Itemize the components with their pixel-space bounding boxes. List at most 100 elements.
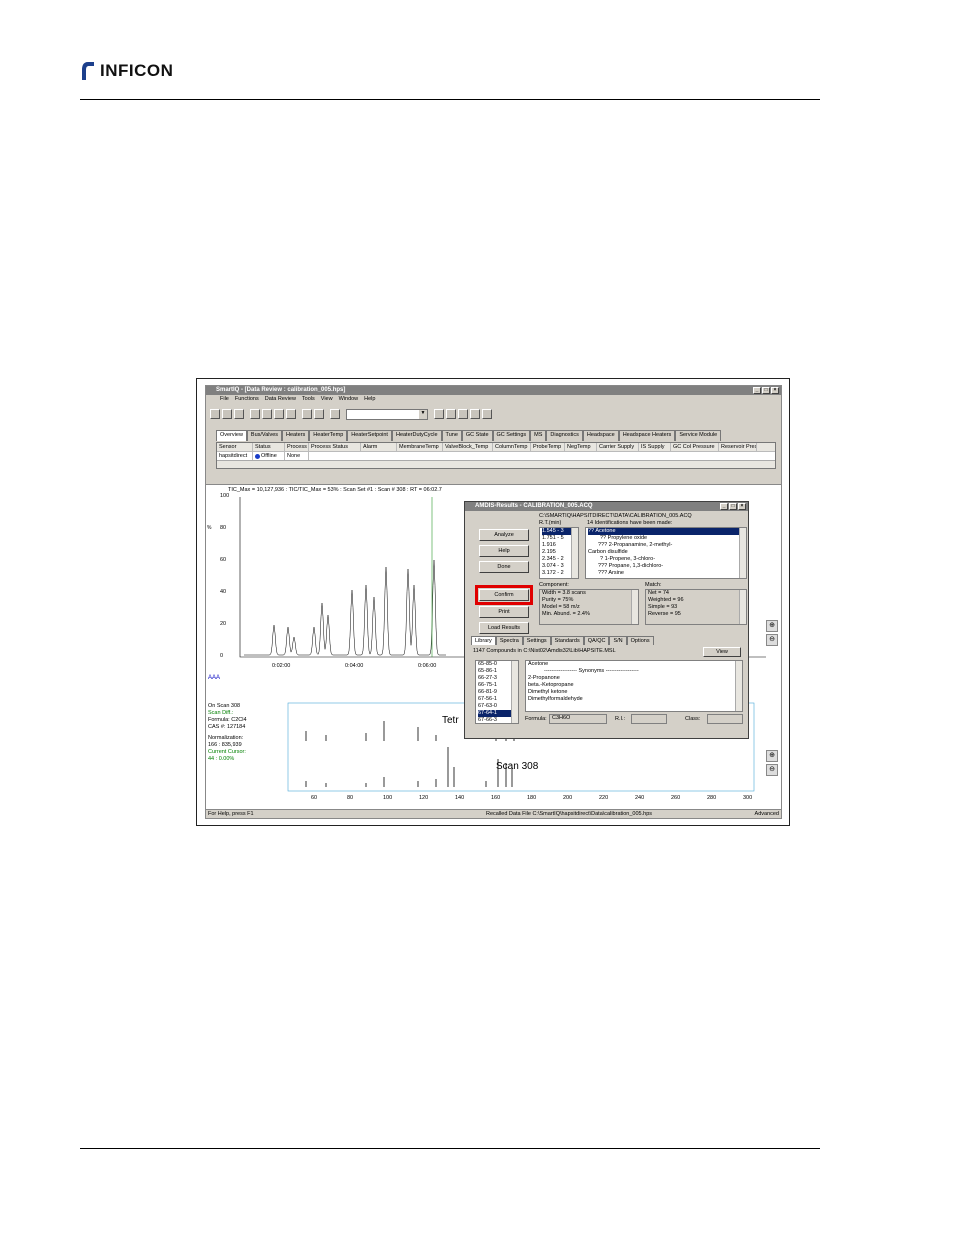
ids-list[interactable]: ?? Acetone ?? Propylene oxide ??? 2-Prop… — [585, 527, 747, 579]
match-line: Net = 74 — [648, 590, 669, 596]
grid-cell-status: Offline — [253, 452, 285, 460]
stop-icon[interactable] — [482, 409, 492, 419]
dialog-maximize-button[interactable]: □ — [729, 503, 737, 510]
export-icon[interactable] — [274, 409, 284, 419]
minimize-button[interactable]: _ — [753, 387, 761, 394]
tab-service-module[interactable]: Service Module — [675, 430, 722, 441]
done-button[interactable]: Done — [479, 561, 529, 573]
tab-gc-settings[interactable]: GC Settings — [492, 430, 531, 441]
folder-icon[interactable] — [222, 409, 232, 419]
cas-list[interactable]: 65-85-0 65-86-1 66-27-3 66-75-1 66-81-9 … — [475, 660, 519, 724]
formula-field: C3H6O — [549, 714, 607, 724]
edit-icon[interactable] — [470, 409, 480, 419]
close-file-icon[interactable] — [234, 409, 244, 419]
tab-options[interactable]: Options — [626, 636, 654, 645]
open-icon[interactable] — [210, 409, 220, 419]
confirm-highlight — [475, 585, 533, 605]
y-tick-label: 100 — [220, 493, 230, 499]
cas-scrollbar[interactable] — [511, 661, 518, 723]
compound-details: Acetone ------------------ Synonyms ----… — [525, 660, 743, 712]
menu-tools[interactable]: Tools — [302, 395, 315, 404]
analyze-button[interactable]: Analyze — [479, 529, 529, 541]
zoom-out-icon[interactable]: ⊖ — [766, 764, 778, 776]
load-results-button[interactable]: Load Results — [479, 622, 529, 634]
mz-tick-label: 260 — [671, 795, 681, 801]
grid-icon[interactable] — [458, 409, 468, 419]
match-scrollbar[interactable] — [739, 590, 746, 624]
grid-header: ProbeTemp — [531, 443, 565, 451]
tab-sn[interactable]: S/N — [609, 636, 627, 645]
menu-help[interactable]: Help — [364, 395, 375, 404]
tab-heaterdutycycle[interactable]: HeaterDutyCycle — [391, 430, 442, 441]
tab-heatertemp[interactable]: HeaterTemp — [309, 430, 348, 441]
rt-label: R.T.(min) — [539, 520, 562, 526]
tab-settings[interactable]: Settings — [522, 636, 551, 645]
menu-functions[interactable]: Functions — [235, 395, 259, 404]
info-line: Formula: C2Cl4 — [208, 717, 247, 723]
details-scrollbar[interactable] — [735, 661, 742, 711]
dialog-close-button[interactable]: × — [738, 503, 746, 510]
method-icon[interactable] — [434, 409, 444, 419]
compound-name: Acetone — [528, 661, 549, 667]
component-scrollbar[interactable] — [631, 590, 638, 624]
tab-library[interactable]: Library — [471, 636, 496, 645]
grid-header: Process — [285, 443, 309, 451]
zoom-out-icon[interactable]: ⊖ — [766, 634, 778, 646]
mz-tick-label: 180 — [527, 795, 537, 801]
smartiq-window: SmartIQ - [Data Review : calibration_005… — [205, 385, 782, 819]
tab-standards[interactable]: Standards — [550, 636, 584, 645]
x-tick-label: 0:06:00 — [418, 663, 437, 669]
menu-view[interactable]: View — [321, 395, 333, 404]
tab-ms[interactable]: MS — [530, 430, 547, 441]
zoom-in-icon[interactable]: ⊕ — [766, 620, 778, 632]
tab-tune[interactable]: Tune — [441, 430, 462, 441]
dialog-minimize-button[interactable]: _ — [720, 503, 728, 510]
tab-diagnostics[interactable]: Diagnostics — [546, 430, 583, 441]
rt-list[interactable]: 1.545 - 3 1.751 - 5 1.916 2.195 2.345 - … — [539, 527, 579, 579]
peak-tools-icon[interactable]: AAA — [208, 675, 228, 683]
list-item[interactable]: Carbon disulfide — [588, 549, 746, 556]
list-item[interactable]: ??? Arsine — [588, 570, 746, 577]
list-item[interactable]: ??? 2-Propanamine, 2-methyl- — [588, 542, 746, 549]
menu-data-review[interactable]: Data Review — [265, 395, 296, 404]
rt-scrollbar[interactable] — [571, 528, 578, 578]
list-item[interactable]: ?? Acetone — [588, 528, 746, 535]
ri-label: R.I.: — [615, 716, 626, 722]
tab-heatersetpoint[interactable]: HeaterSetpoint — [347, 430, 392, 441]
print-icon[interactable] — [286, 409, 296, 419]
grid-header-row: Sensor Status Process Process Status Ala… — [217, 443, 775, 452]
view-button[interactable]: View — [703, 647, 741, 657]
grid-hscrollbar[interactable] — [217, 460, 775, 468]
y-tick-label: 60 — [220, 557, 227, 563]
ids-scrollbar[interactable] — [739, 528, 746, 578]
copy-icon[interactable] — [262, 409, 272, 419]
tab-gc-state[interactable]: GC State — [461, 430, 493, 441]
zoom-in-icon[interactable]: ⊕ — [766, 750, 778, 762]
table-icon[interactable] — [446, 409, 456, 419]
tab-overview[interactable]: Overview — [216, 430, 247, 441]
menu-window[interactable]: Window — [339, 395, 359, 404]
monitor-icon[interactable] — [302, 409, 312, 419]
maximize-button[interactable]: □ — [762, 387, 770, 394]
tab-headspace-heaters[interactable]: Headspace Heaters — [618, 430, 676, 441]
menu-file[interactable]: File — [220, 395, 229, 404]
help-button[interactable]: Help — [479, 545, 529, 557]
list-item[interactable]: ? 1-Propene, 3-chloro- — [588, 556, 746, 563]
tab-heaters[interactable]: Heaters — [282, 430, 310, 441]
print-button[interactable]: Print — [479, 606, 529, 618]
tab-spectra[interactable]: Spectra — [495, 636, 523, 645]
mz-tick-label: 160 — [491, 795, 501, 801]
help-icon[interactable] — [314, 409, 324, 419]
grid-header: Sensor — [217, 443, 253, 451]
toolbar-dropdown[interactable]: ▼ — [346, 408, 428, 420]
grid-header: MembraneTemp — [397, 443, 443, 451]
network-icon[interactable] — [330, 409, 340, 419]
close-button[interactable]: × — [771, 387, 779, 394]
save-icon[interactable] — [250, 409, 260, 419]
tab-bus-valves[interactable]: Bus/Valves — [246, 430, 283, 441]
list-item[interactable]: ??? Propane, 1,3-dichloro- — [588, 563, 746, 570]
tab-qaqc[interactable]: QA/QC — [583, 636, 610, 645]
list-item[interactable]: ?? Propylene oxide — [588, 535, 746, 542]
chart-header-text: TIC_Max = 10,127,936 : TIC/TIC_Max = 53%… — [228, 487, 442, 493]
tab-headspace[interactable]: Headspace — [582, 430, 619, 441]
